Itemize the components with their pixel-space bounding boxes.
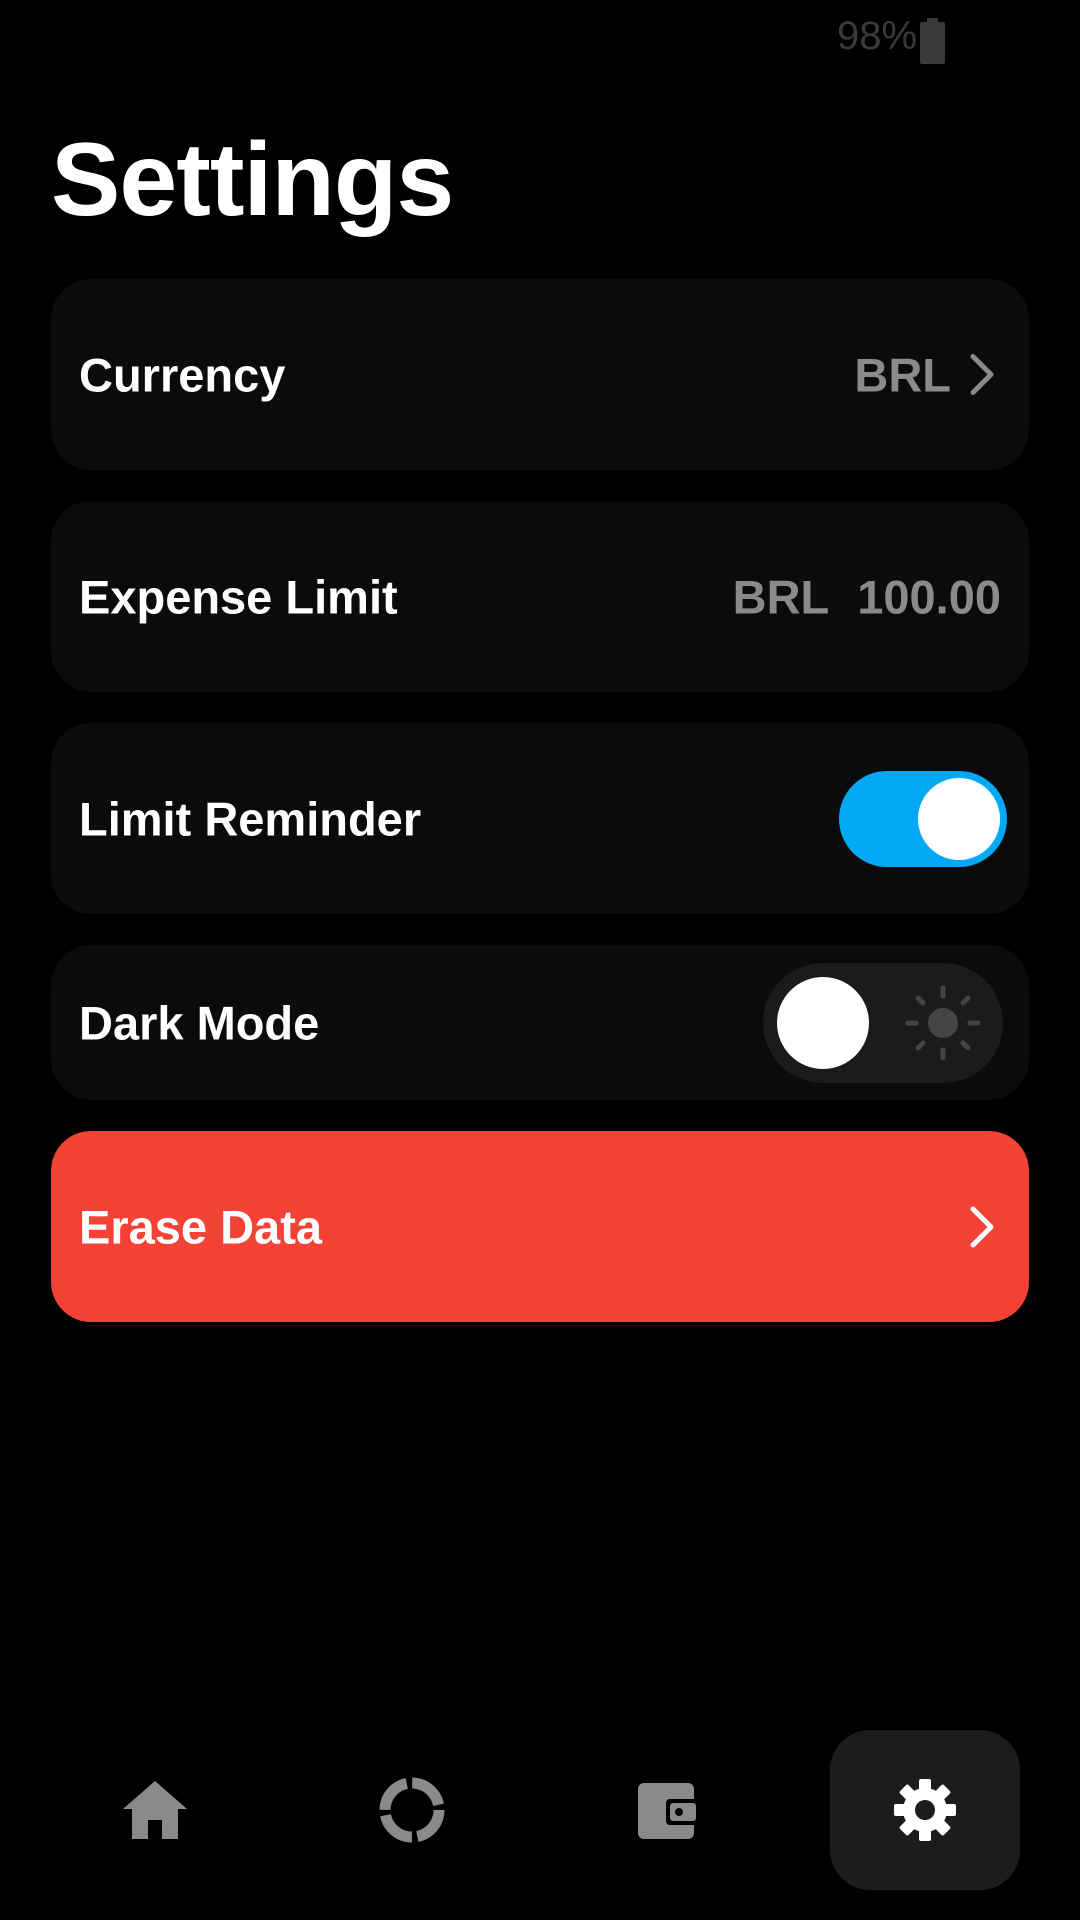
erase-data-arrow — [951, 1203, 1001, 1251]
erase-data-button[interactable]: Erase Data — [51, 1131, 1029, 1322]
battery-full-icon — [920, 18, 945, 64]
wallet-icon — [638, 1783, 700, 1839]
chevron-right-icon — [961, 1203, 1001, 1251]
chevron-right-icon — [961, 351, 1001, 399]
settings-screen: 98% Settings Currency BRL Expense Limit … — [0, 0, 1080, 1920]
chart-ring-icon — [379, 1777, 445, 1843]
expense-limit-label: Expense Limit — [79, 570, 398, 623]
gear-icon — [894, 1779, 956, 1841]
page-title: Settings — [51, 122, 454, 238]
expense-limit-setting[interactable]: Expense Limit BRL 100.00 — [51, 501, 1029, 692]
dark-mode-toggle[interactable] — [763, 962, 1003, 1083]
status-bar: 98% — [0, 10, 1080, 66]
nav-home[interactable] — [60, 1730, 250, 1890]
limit-reminder-toggle[interactable] — [839, 770, 1007, 867]
dark-mode-label: Dark Mode — [79, 996, 320, 1049]
expense-limit-currency: BRL — [732, 570, 830, 623]
limit-reminder-label: Limit Reminder — [79, 792, 422, 845]
currency-label: Currency — [79, 348, 286, 401]
home-icon — [123, 1781, 187, 1839]
toggle-knob — [777, 976, 869, 1069]
expense-limit-value: BRL 100.00 — [733, 569, 1001, 624]
nav-analytics[interactable] — [317, 1730, 507, 1890]
dark-mode-setting: Dark Mode — [51, 945, 1029, 1100]
currency-value: BRL — [854, 347, 1001, 402]
limit-reminder-setting: Limit Reminder — [51, 723, 1029, 914]
nav-settings[interactable] — [830, 1730, 1020, 1890]
bottom-nav — [0, 1730, 1080, 1890]
currency-setting[interactable]: Currency BRL — [51, 279, 1029, 470]
currency-code: BRL — [854, 348, 951, 401]
toggle-knob — [918, 777, 1000, 860]
battery-percent: 98% — [837, 14, 918, 58]
sun-icon — [905, 985, 981, 1061]
expense-limit-amount: 100.00 — [857, 570, 1001, 623]
erase-data-label: Erase Data — [79, 1200, 322, 1253]
nav-wallet[interactable] — [574, 1730, 764, 1890]
